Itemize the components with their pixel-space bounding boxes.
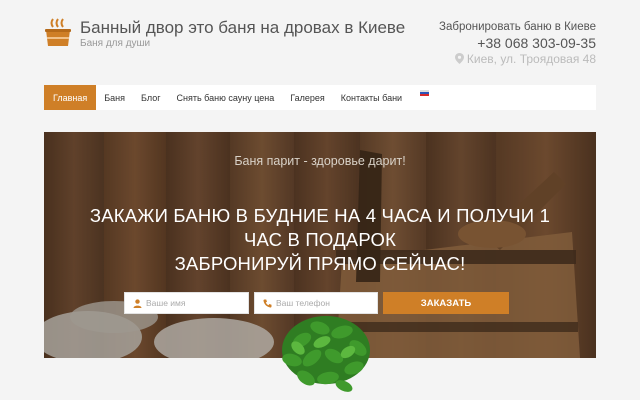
phone-input[interactable] [276,298,377,308]
birch-broom-leaves-image [282,316,370,392]
hero-heading: ЗАКАЖИ БАНЮ В БУДНИЕ НА 4 ЧАСА И ПОЛУЧИ … [84,204,556,276]
nav-item-language[interactable] [410,85,437,110]
contact-block: Забронировать баню в Киеве +38 068 303-0… [439,21,596,66]
site-title[interactable]: Банный двор это баня на дровах в Киеве [80,18,405,38]
main-nav: Главная Баня Блог Снять баню сауну цена … [44,85,596,110]
booking-title: Забронировать баню в Киеве [439,21,596,33]
name-field[interactable] [124,292,249,314]
hero-tagline: Баня парит - здоровье дарит! [234,154,406,168]
nav-item-prices[interactable]: Снять баню сауну цена [168,85,282,110]
nav-item-gallery[interactable]: Галерея [282,85,333,110]
nav-item-home[interactable]: Главная [44,85,97,110]
phone-number[interactable]: +38 068 303-09-35 [439,35,596,51]
name-input[interactable] [146,298,248,308]
hero-heading-line-2: ЧАС В ПОДАРОК [243,229,397,250]
phone-icon [263,299,272,308]
nav-item-banya[interactable]: Баня [96,85,133,110]
order-button[interactable]: ЗАКАЗАТЬ [383,292,509,314]
map-pin-icon [454,53,464,64]
site-subtitle: Баня для души [80,38,151,49]
russian-flag-icon[interactable] [420,90,430,96]
hero-heading-line-1: ЗАКАЖИ БАНЮ В БУДНИЕ НА 4 ЧАСА И ПОЛУЧИ … [89,205,551,226]
address-text: Киев, ул. Троядовая 48 [466,52,596,66]
site-header: Банный двор это баня на дровах в Киеве Б… [0,0,640,112]
address: Киев, ул. Троядовая 48 [439,52,596,66]
hero-heading-line-3: ЗАБРОНИРУЙ ПРЯМО СЕЙЧАС! [174,253,466,274]
nav-item-contacts[interactable]: Контакты бани [333,85,410,110]
nav-item-blog[interactable]: Блог [133,85,168,110]
sauna-bucket-icon[interactable] [44,18,72,48]
user-icon [133,298,142,308]
